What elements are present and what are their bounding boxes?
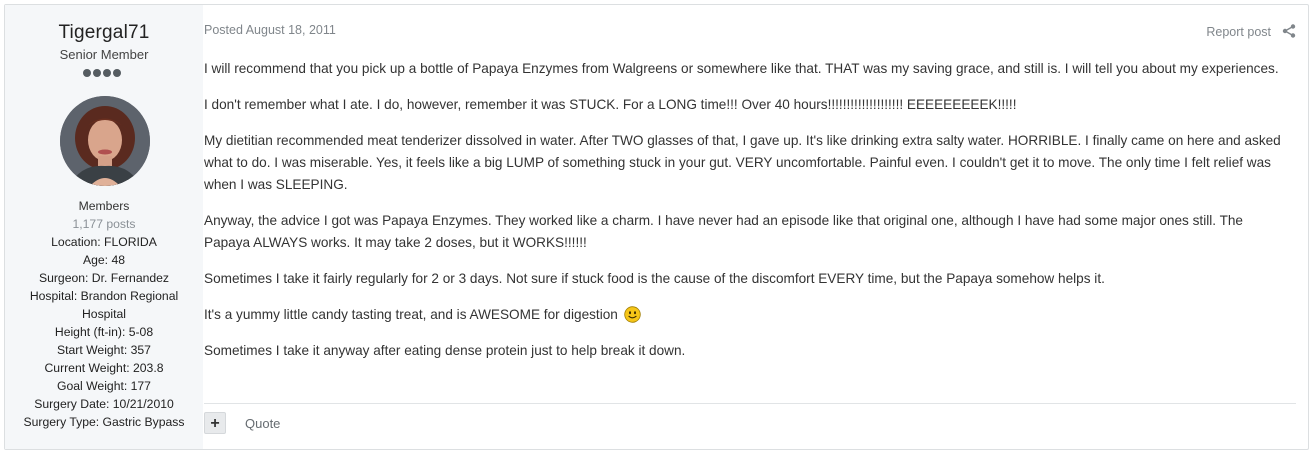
author-panel: Tigergal71 Senior Member Members 1,177 p…: [5, 5, 203, 449]
paragraph: My dietitian recommended meat tenderizer…: [204, 133, 1281, 192]
rank-pip: [113, 69, 121, 77]
smiley-icon: [623, 306, 641, 323]
paragraph: I don't remember what I ate. I do, howev…: [204, 97, 1017, 112]
field-age: Age: 48: [82, 253, 125, 267]
rank-pips: [83, 69, 121, 77]
rank-pip: [83, 69, 91, 77]
field-surgeon: Surgeon: Dr. Fernandez: [38, 271, 170, 285]
field-current-weight: Current Weight: 203.8: [44, 361, 164, 375]
divider: [204, 403, 1296, 404]
rank-pip: [103, 69, 111, 77]
avatar[interactable]: [60, 96, 150, 186]
paragraph: Sometimes I take it fairly regularly for…: [204, 271, 1105, 286]
field-surgery-type: Surgery Type: Gastric Bypass: [23, 415, 185, 429]
multiquote-button[interactable]: +: [204, 412, 226, 434]
paragraph-text: It's a yummy little candy tasting treat,…: [204, 307, 618, 322]
quote-button[interactable]: Quote: [245, 416, 280, 431]
rank-pip: [93, 69, 101, 77]
field-location: Location: FLORIDA: [51, 235, 157, 249]
report-post-link[interactable]: Report post: [1206, 25, 1271, 39]
share-icon[interactable]: [1282, 24, 1296, 38]
author-meta: Members 1,177 posts Location: FLORIDA Ag…: [5, 197, 203, 431]
author-rank: Senior Member: [59, 47, 149, 62]
field-hospital: Hospital: Brandon Regional Hospital: [29, 289, 179, 321]
post-content: Posted August 18, 2011 Report post I wil…: [204, 5, 1308, 449]
author-username[interactable]: Tigergal71: [5, 22, 203, 44]
forum-post: Tigergal71 Senior Member Members 1,177 p…: [4, 4, 1309, 450]
post-body: I will recommend that you pick up a bott…: [204, 58, 1284, 376]
paragraph-with-smiley: It's a yummy little candy tasting treat,…: [204, 304, 1284, 326]
paragraph: Anyway, the advice I got was Papaya Enzy…: [204, 213, 1243, 250]
post-date[interactable]: Posted August 18, 2011: [204, 23, 336, 37]
field-start-weight: Start Weight: 357: [57, 343, 151, 357]
paragraph: Sometimes I take it anyway after eating …: [204, 343, 686, 358]
author-group: Members: [78, 199, 130, 213]
field-surgery-date: Surgery Date: 10/21/2010: [34, 397, 174, 411]
field-height: Height (ft-in): 5-08: [54, 325, 154, 339]
paragraph: I will recommend that you pick up a bott…: [204, 61, 1279, 76]
author-post-count[interactable]: 1,177 posts: [5, 215, 203, 233]
field-goal-weight: Goal Weight: 177: [57, 379, 151, 393]
